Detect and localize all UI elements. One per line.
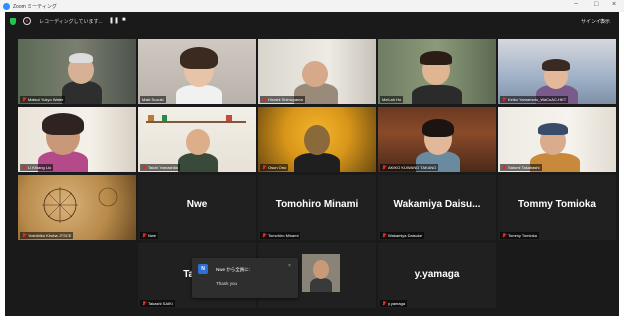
muted-mic-icon — [142, 301, 146, 306]
muted-mic-icon — [262, 233, 266, 238]
participant-tile[interactable]: Satomi Takahashi — [498, 107, 616, 172]
muted-mic-icon — [382, 233, 386, 238]
muted-mic-icon — [502, 233, 506, 238]
muted-mic-icon — [382, 165, 386, 170]
participant-name-label: Taichi Yamashita — [140, 164, 180, 171]
window-title: Zoom ミーティング — [13, 3, 57, 10]
recording-icon — [23, 17, 31, 25]
muted-mic-icon — [22, 165, 26, 170]
muted-mic-icon — [502, 97, 506, 102]
close-window-button[interactable]: × — [612, 1, 616, 8]
participant-display-name: y.yamaga — [414, 269, 460, 280]
minimize-button[interactable]: − — [574, 1, 578, 8]
close-notification-icon[interactable]: × — [288, 263, 291, 269]
participant-name-label: Wakamiya Daisuke — [380, 232, 425, 239]
muted-mic-icon — [502, 165, 506, 170]
chat-avatar: N — [198, 264, 208, 274]
participant-tile[interactable]: Tomohiro Minami Tomohiro Minami — [258, 175, 376, 240]
meeting-topbar: レコーディングしています... ❚❚ ■ サインイン 表示 — [5, 12, 619, 32]
muted-mic-icon — [22, 233, 26, 238]
participant-tile[interactable]: Matsui Yukyo Water — [18, 39, 136, 104]
participant-display-name: Tommy Tomioka — [518, 199, 596, 210]
muted-mic-icon — [262, 165, 266, 170]
participant-name-label: AKIKO KUWANO TAKANO — [380, 164, 439, 171]
participant-tile[interactable]: y.yamaga y.yamaga — [378, 243, 496, 308]
muted-mic-icon — [22, 97, 26, 102]
participant-name-label: Keiko Yamamoto_WaCuAC-HKT — [500, 96, 569, 103]
participant-name-label: Maki Suzuki — [140, 96, 166, 103]
security-shield-icon[interactable] — [10, 18, 16, 25]
zoom-window: Zoom ミーティング − □ × レコーディングしています... ❚❚ ■ サ… — [0, 0, 624, 316]
muted-mic-icon — [382, 301, 386, 306]
participant-tile[interactable]: Nwe Nwe — [138, 175, 256, 240]
participant-tile[interactable]: Yoshihiko Kiroha JTSCE — [18, 175, 136, 240]
participant-name-label: Yoshihiko Kiroha JTSCE — [20, 232, 74, 239]
participant-tile[interactable]: Wakamiya Daisu... Wakamiya Daisuke — [378, 175, 496, 240]
meeting-area: レコーディングしています... ❚❚ ■ サインイン 表示 Matsui Yuk… — [5, 12, 619, 316]
participant-name-label: y.yamaga — [380, 300, 408, 307]
pause-recording-icon[interactable]: ❚❚ — [109, 17, 119, 24]
chat-message: Thank you — [216, 281, 238, 286]
participant-tile[interactable]: Maki Suzuki — [138, 39, 256, 104]
participant-tile[interactable]: Ma'Lah Ho — [378, 39, 496, 104]
window-titlebar: Zoom ミーティング − □ × — [0, 0, 624, 12]
participant-name-label: Matsui Yukyo Water — [20, 96, 66, 103]
participant-name-label: Nwe — [140, 232, 159, 239]
stop-recording-icon[interactable]: ■ — [122, 17, 126, 23]
participant-tile[interactable]: Osun Ono — [258, 107, 376, 172]
view-button[interactable]: 表示 — [600, 18, 610, 25]
participant-tile[interactable]: Li Khiang Liu — [18, 107, 136, 172]
participant-name-label: Li Khiang Liu — [20, 164, 54, 171]
participant-tile[interactable]: Tommy Tomioka Tommy Tomioka — [498, 175, 616, 240]
participant-name-label: Satomi Takahashi — [500, 164, 542, 171]
participant-display-name: Nwe — [186, 199, 208, 210]
muted-mic-icon — [262, 97, 266, 102]
participant-name-label: Hiroshi Shimoyama — [260, 96, 305, 103]
muted-mic-icon — [142, 233, 146, 238]
zoom-logo-icon — [3, 2, 10, 10]
participant-display-name: Wakamiya Daisu... — [393, 199, 481, 210]
recording-status: レコーディングしています... — [39, 19, 103, 25]
participant-tile[interactable]: Taichi Yamashita — [138, 107, 256, 172]
chat-notification[interactable]: N Nwe から全員に: × Thank you — [192, 258, 298, 298]
participant-name-label: Osun Ono — [260, 164, 289, 171]
participant-display-name: Tomohiro Minami — [275, 199, 359, 210]
participant-tile[interactable]: Keiko Yamamoto_WaCuAC-HKT — [498, 39, 616, 104]
participant-tile[interactable]: Hiroshi Shimoyama — [258, 39, 376, 104]
chat-sender: Nwe から全員に: — [216, 267, 251, 272]
participant-name-label: Takashi SAIKI — [140, 300, 175, 307]
maximize-button[interactable]: □ — [594, 1, 598, 8]
muted-mic-icon — [142, 165, 146, 170]
participant-name-label: Ma'Lah Ho — [380, 96, 404, 103]
participant-tile[interactable]: AKIKO KUWANO TAKANO — [378, 107, 496, 172]
compass-map-icon — [42, 187, 118, 223]
profile-photo — [302, 254, 340, 292]
participant-name-label: Tommy Tomioka — [500, 232, 539, 239]
participant-name-label: Tomohiro Minami — [260, 232, 301, 239]
